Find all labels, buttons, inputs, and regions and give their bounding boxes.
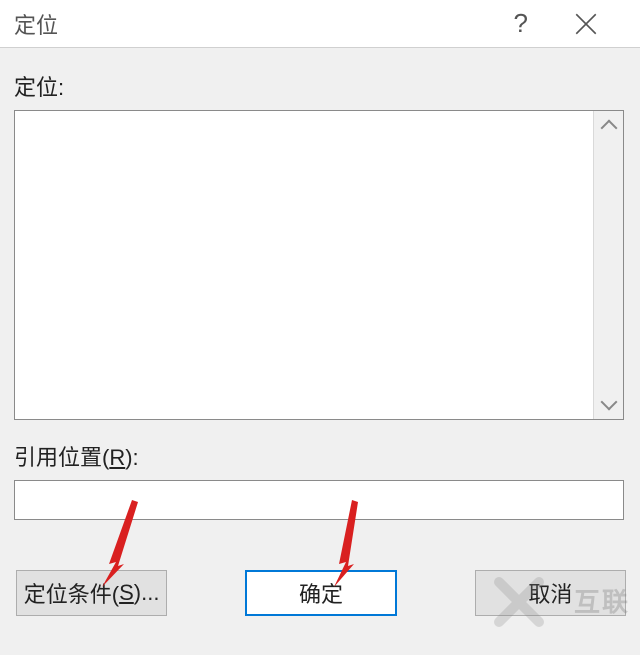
close-icon — [573, 11, 599, 37]
chevron-up-icon — [601, 120, 618, 137]
special-button[interactable]: 定位条件(S)... — [16, 570, 167, 616]
special-label-prefix: 定位条件( — [24, 577, 119, 609]
goto-label: 定位: — [14, 70, 626, 102]
reference-label-suffix: ): — [125, 445, 138, 470]
reference-label-prefix: 引用位置( — [14, 445, 109, 470]
reference-label: 引用位置(R): — [14, 440, 626, 472]
watermark-logo — [494, 577, 544, 627]
close-button[interactable] — [566, 4, 606, 44]
reference-section: 引用位置(R): — [14, 440, 626, 520]
scroll-up-button[interactable] — [594, 111, 624, 141]
reference-input[interactable] — [14, 480, 624, 520]
scroll-down-button[interactable] — [594, 389, 624, 419]
special-label-suffix: )... — [134, 580, 160, 606]
goto-listbox[interactable] — [14, 110, 624, 420]
watermark-text: 互联 — [574, 582, 630, 619]
titlebar: 定位 ? — [0, 0, 640, 48]
dialog-title: 定位 — [14, 8, 58, 40]
listbox-scrollbar[interactable] — [593, 111, 623, 419]
dialog-body: 定位: 引用位置(R): 定位条件(S)... 确定 取消 — [0, 48, 640, 616]
chevron-down-icon — [601, 394, 618, 411]
ok-button[interactable]: 确定 — [245, 570, 397, 616]
help-button[interactable]: ? — [514, 8, 528, 39]
listbox-content[interactable] — [15, 111, 595, 419]
special-accelerator: S — [119, 580, 134, 606]
reference-accelerator: R — [109, 445, 125, 470]
